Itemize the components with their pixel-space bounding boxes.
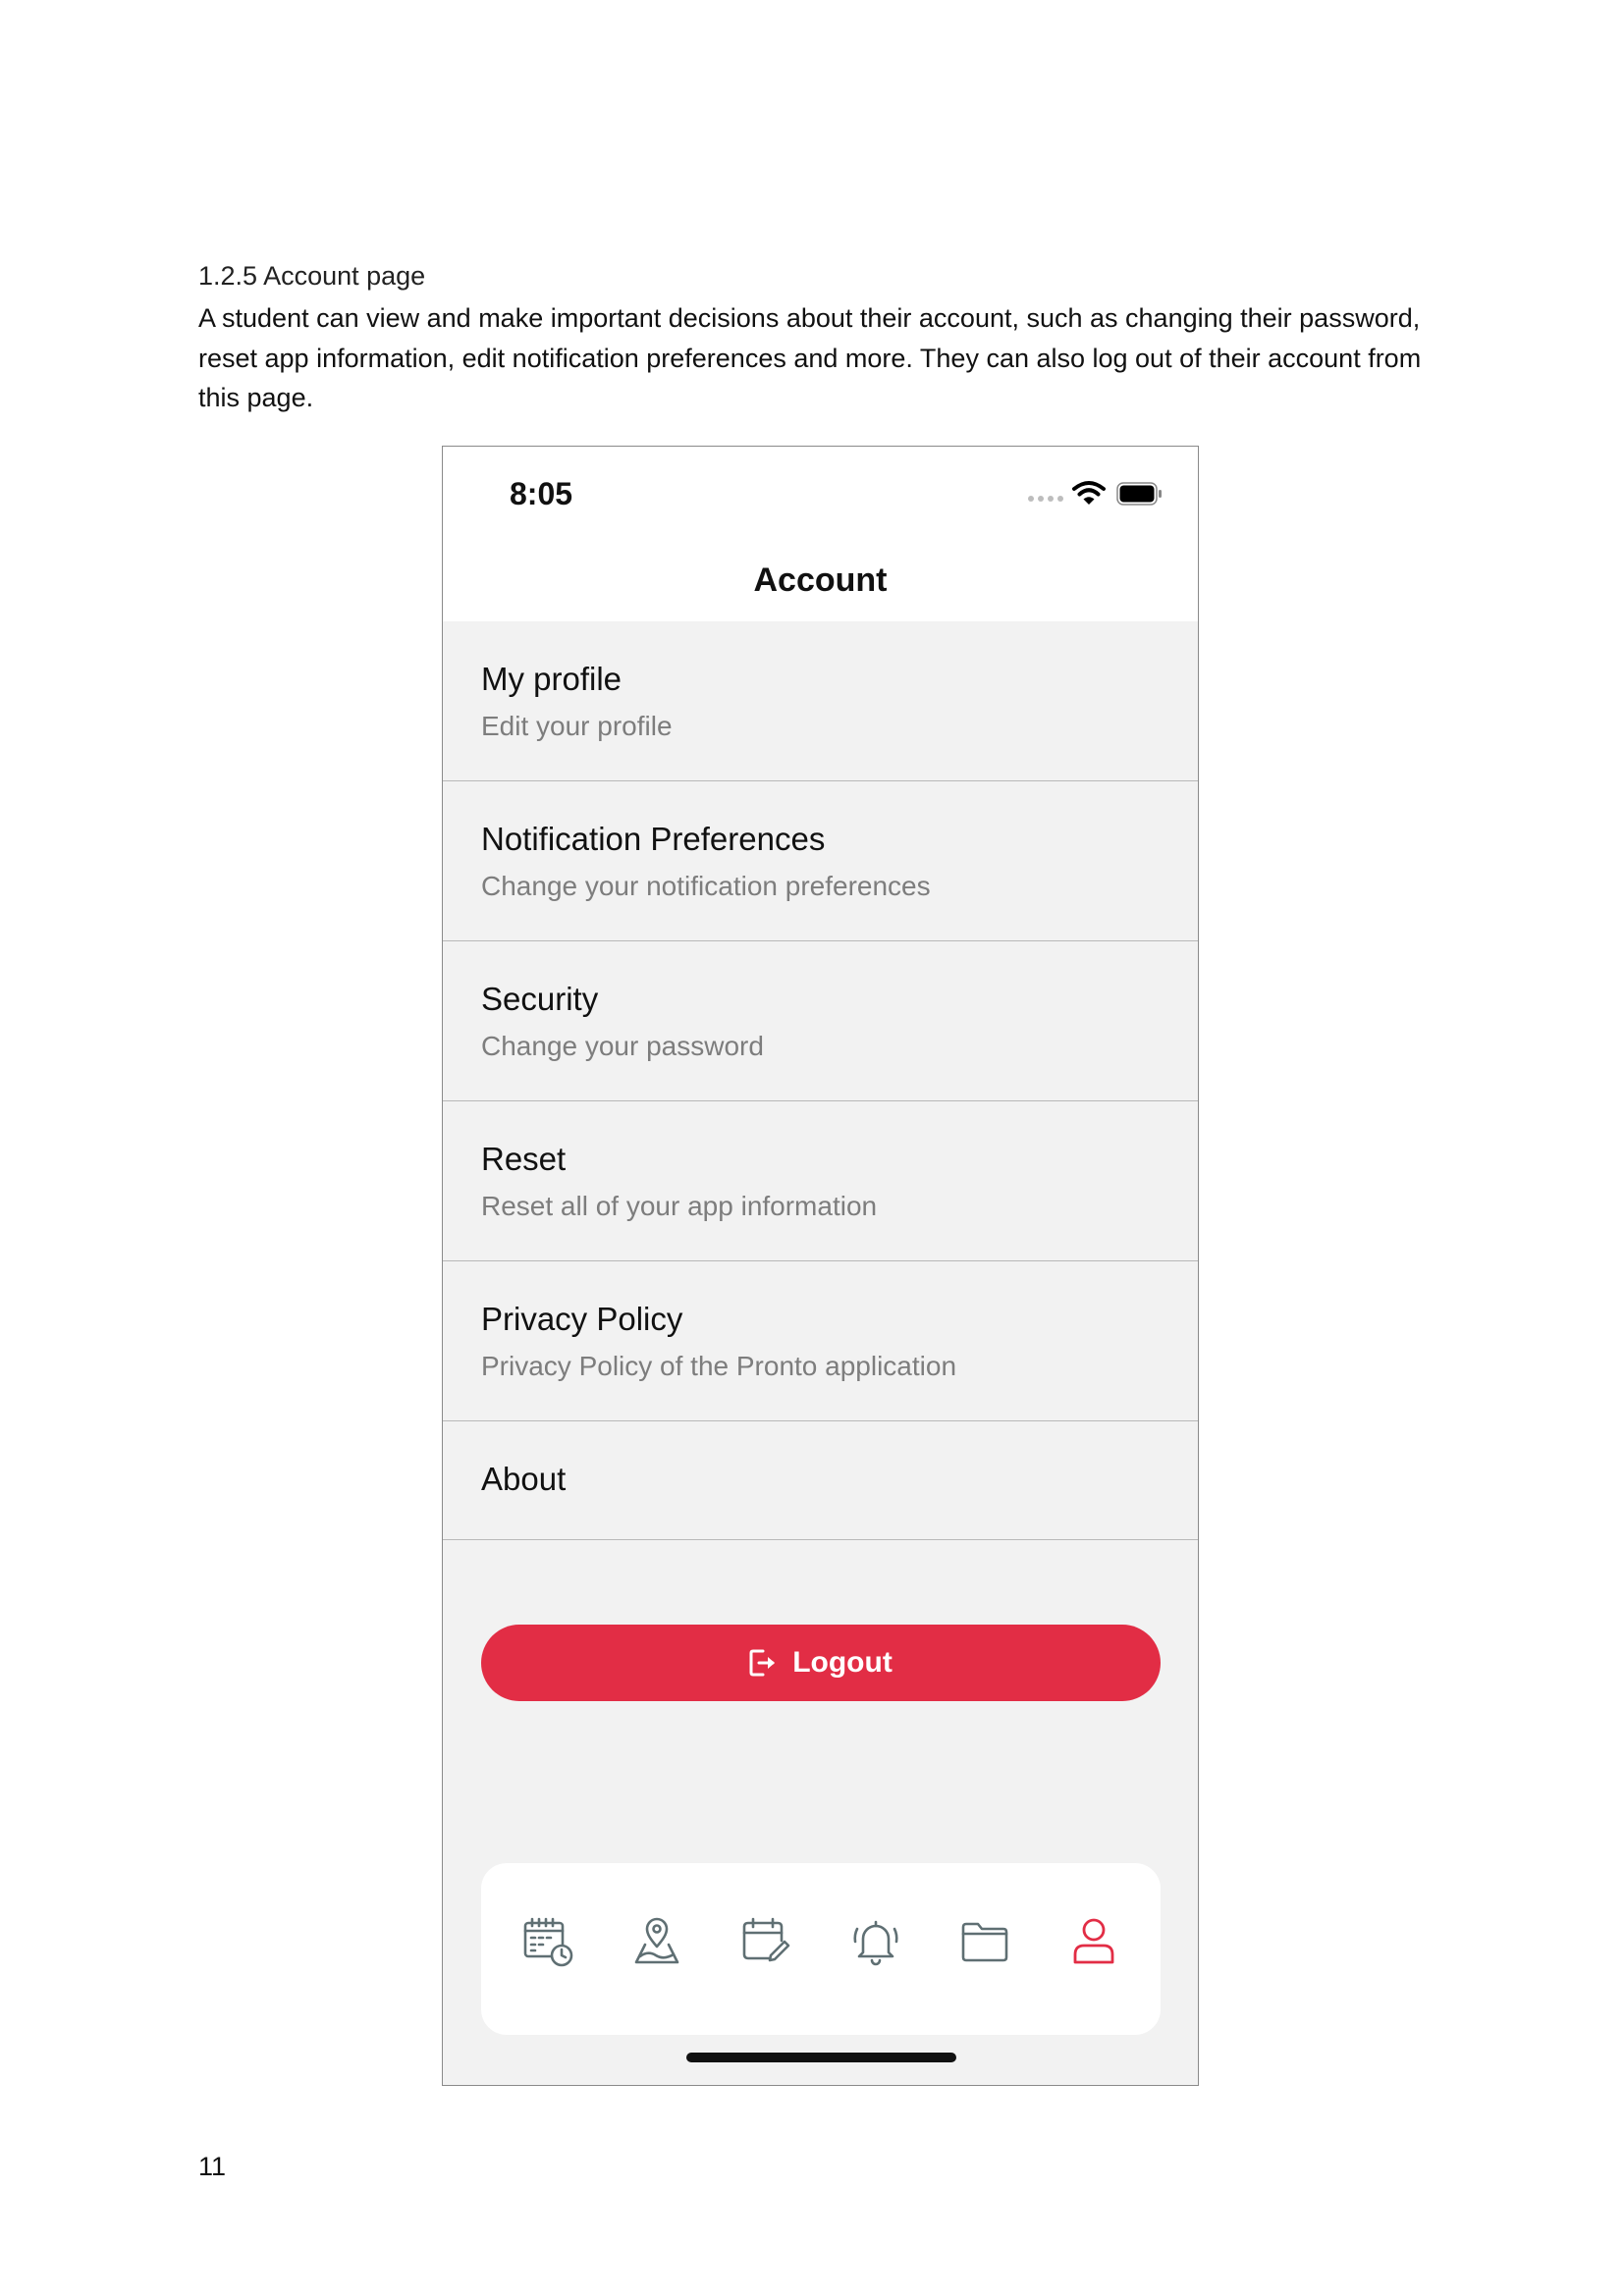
- tab-notifications[interactable]: [846, 1912, 905, 1971]
- phone-screenshot: 8:05 Account My profile Edit your profil…: [442, 446, 1199, 2086]
- tab-files[interactable]: [955, 1912, 1014, 1971]
- logout-button[interactable]: Logout: [481, 1625, 1161, 1701]
- bell-icon: [853, 1920, 898, 1966]
- page-number: 11: [198, 2152, 227, 2181]
- menu-item-title: Notification Preferences: [481, 821, 826, 857]
- section-heading: 1.2.5 Account page: [198, 261, 426, 291]
- menu-item-title: Security: [481, 981, 599, 1017]
- navigation-header: Account: [443, 535, 1198, 621]
- bottom-tab-bar: [481, 1863, 1161, 2035]
- account-menu: My profile Edit your profile Notificatio…: [443, 621, 1198, 1540]
- tab-planner[interactable]: [736, 1912, 795, 1971]
- menu-item-reset[interactable]: Reset Reset all of your app information: [443, 1101, 1198, 1261]
- calendar-edit-icon: [743, 1917, 790, 1962]
- tab-map[interactable]: [627, 1912, 686, 1971]
- map-pin-icon: [634, 1917, 679, 1964]
- home-indicator: [686, 2053, 956, 2062]
- status-time: 8:05: [510, 476, 573, 511]
- menu-item-subtitle: Change your notification preferences: [481, 871, 931, 901]
- menu-item-title: Reset: [481, 1141, 567, 1177]
- menu-item-subtitle: Edit your profile: [481, 711, 673, 741]
- logout-label: Logout: [792, 1646, 893, 1679]
- menu-item-about[interactable]: About: [443, 1421, 1198, 1540]
- calendar-clock-icon: [523, 1917, 572, 1967]
- menu-item-title: Privacy Policy: [481, 1301, 683, 1337]
- menu-item-subtitle: Change your password: [481, 1031, 764, 1061]
- menu-item-security[interactable]: Security Change your password: [443, 941, 1198, 1101]
- cellular-signal-icon: [1028, 496, 1063, 502]
- menu-item-title: My profile: [481, 661, 623, 697]
- menu-item-subtitle: Reset all of your app information: [481, 1191, 878, 1221]
- menu-item-my-profile[interactable]: My profile Edit your profile: [443, 621, 1198, 781]
- menu-item-title: About: [481, 1461, 567, 1497]
- user-icon: [1073, 1918, 1114, 1964]
- menu-item-subtitle: Privacy Policy of the Pronto application: [481, 1351, 957, 1381]
- menu-item-privacy-policy[interactable]: Privacy Policy Privacy Policy of the Pro…: [443, 1261, 1198, 1421]
- tab-schedule[interactable]: [518, 1912, 577, 1971]
- page-title: Account: [753, 561, 888, 599]
- status-bar: 8:05: [443, 447, 1198, 535]
- section-description: A student can view and make important de…: [198, 303, 1422, 412]
- wifi-icon: [1072, 481, 1106, 505]
- menu-item-notification-preferences[interactable]: Notification Preferences Change your not…: [443, 781, 1198, 941]
- tab-account[interactable]: [1064, 1912, 1123, 1971]
- folder-icon: [961, 1922, 1008, 1962]
- logout-icon: [749, 1649, 776, 1677]
- battery-icon: [1116, 482, 1162, 506]
